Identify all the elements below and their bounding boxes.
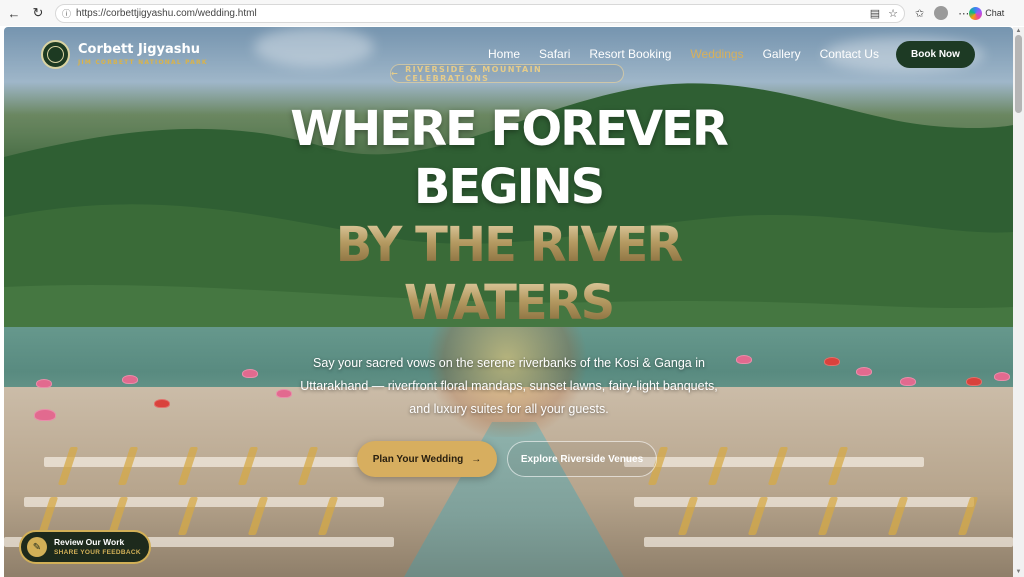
plan-wedding-button[interactable]: Plan Your Wedding → [357,441,497,477]
lotus-decoration [856,367,872,376]
reader-icon[interactable]: ▤ [870,7,880,20]
scroll-thumb[interactable] [1015,35,1022,113]
copilot-icon [969,6,983,20]
nav-contact-us[interactable]: Contact Us [820,47,879,61]
review-title: Review Our Work [54,537,125,547]
scroll-up-icon[interactable]: ▲ [1015,28,1022,34]
favorites-icon[interactable]: ✩ [915,7,924,20]
lotus-decoration [242,369,258,378]
chair-row [644,537,1013,547]
review-widget-button[interactable]: ✎ Review Our Work SHARE YOUR FEEDBACK [19,530,151,564]
lotus-decoration [736,355,752,364]
chat-button[interactable]: Chat [969,6,1005,20]
site-logo[interactable]: Corbett Jigyashu JIM CORBETT NATIONAL PA… [41,40,208,69]
nav-gallery[interactable]: Gallery [763,47,801,61]
chair-row [44,457,374,467]
brand-tagline: JIM CORBETT NATIONAL PARK [78,59,208,66]
reload-icon[interactable]: ↻ [29,4,47,22]
nav-home[interactable]: Home [488,47,520,61]
nav-resort-booking[interactable]: Resort Booking [589,47,671,61]
lotus-decoration [154,399,170,408]
hero-title-line-1: WHERE FOREVER [290,101,729,157]
lotus-decoration [824,357,840,366]
book-now-button[interactable]: Book Now [896,41,975,68]
logo-emblem-icon [41,40,70,69]
explore-venues-button[interactable]: Explore Riverside Venues [507,441,657,477]
lotus-decoration [276,389,292,398]
arrow-right-icon: → [471,453,482,465]
review-subtitle: SHARE YOUR FEEDBACK [54,549,141,556]
lotus-decoration [994,372,1010,381]
chat-label: Chat [985,8,1005,18]
profile-avatar[interactable] [934,6,949,20]
back-icon[interactable]: ← [5,4,23,22]
hero-tag-text: RIVERSIDE & MOUNTAIN CELEBRATIONS [405,64,543,83]
browser-toolbar: ← ↻ ⓘ https://corbettjigyashu.com/weddin… [0,0,1024,26]
favorite-star-icon[interactable]: ☆ [888,7,898,20]
scroll-down-icon[interactable]: ▼ [1015,569,1022,575]
plan-wedding-label: Plan Your Wedding [372,453,464,465]
brand-name: Corbett Jigyashu [78,42,201,57]
chair-row [634,497,974,507]
lotus-decoration [34,409,56,421]
tag-arrow-icon: ← [391,69,400,78]
nav-weddings[interactable]: Weddings [690,47,743,61]
hero-subtitle: Say your sacred vows on the serene river… [300,356,718,416]
hero-title-line-3: BY THE RIVER [4,217,1013,273]
site-info-icon[interactable]: ⓘ [62,7,71,20]
lotus-decoration [36,379,52,388]
hero-section: Corbett Jigyashu JIM CORBETT NATIONAL PA… [4,27,1013,577]
more-icon[interactable]: ⋯ [958,7,969,20]
hero-title-line-2: BEGINS [413,159,605,215]
main-nav: Home Safari Resort Booking Weddings Gall… [488,47,879,61]
hero-title-line-4: WATERS [4,275,1013,331]
lotus-decoration [900,377,916,386]
cloud [254,27,374,67]
lotus-decoration [966,377,982,386]
page-scrollbar[interactable]: ▲ ▼ [1013,27,1024,577]
url-text: https://corbettjigyashu.com/wedding.html [76,7,257,19]
lotus-decoration [122,375,138,384]
address-bar[interactable]: ⓘ https://corbettjigyashu.com/wedding.ht… [55,3,905,23]
nav-safari[interactable]: Safari [539,47,570,61]
hero-tag: ← RIVERSIDE & MOUNTAIN CELEBRATIONS [390,64,624,83]
pen-icon: ✎ [27,537,47,557]
